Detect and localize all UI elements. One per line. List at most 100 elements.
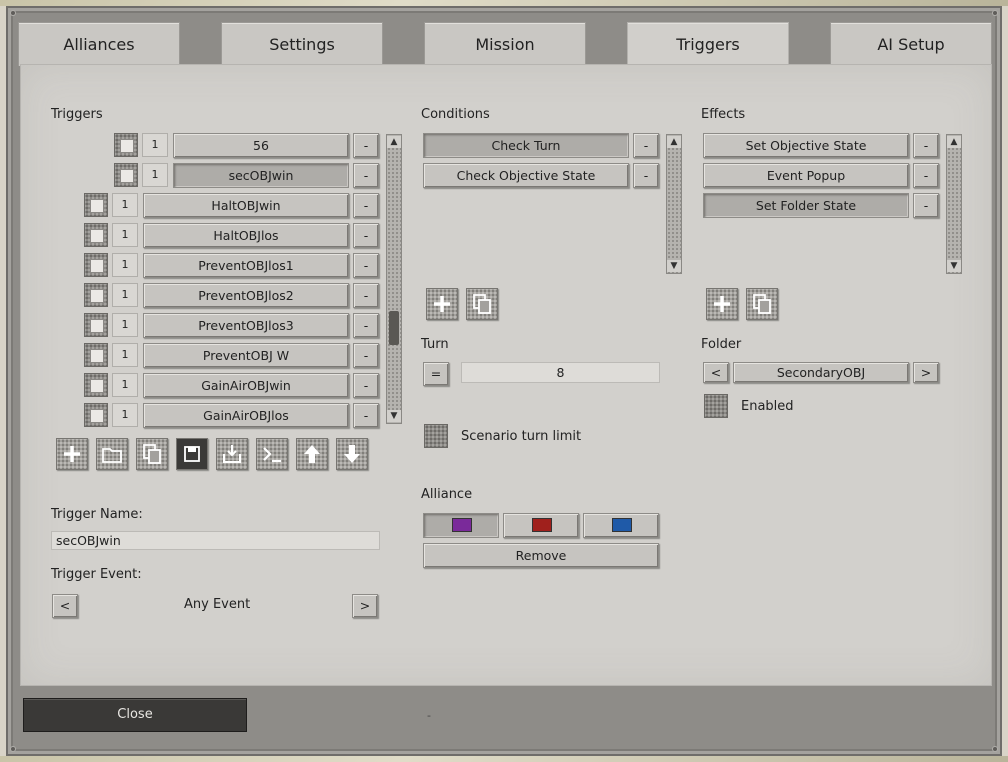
copy-effect-icon[interactable] bbox=[746, 288, 778, 320]
arrow-up-icon[interactable] bbox=[296, 438, 328, 470]
trigger-enabled-checkbox[interactable] bbox=[84, 193, 108, 217]
alliance-blue-button[interactable] bbox=[583, 513, 659, 538]
trigger-remove-button[interactable]: - bbox=[353, 253, 379, 278]
trigger-item[interactable]: PreventOBJlos1 bbox=[143, 253, 349, 278]
effect-item[interactable]: Set Folder State bbox=[703, 193, 909, 218]
alliance-color-swatch bbox=[532, 518, 552, 532]
trigger-count: 1 bbox=[112, 253, 138, 277]
tab-ai-setup[interactable]: AI Setup bbox=[830, 22, 992, 66]
alliance-color-swatch bbox=[612, 518, 632, 532]
close-button[interactable]: Close bbox=[23, 698, 247, 732]
turn-value-input[interactable]: 8 bbox=[461, 362, 660, 383]
console-icon[interactable] bbox=[256, 438, 288, 470]
trigger-remove-button[interactable]: - bbox=[353, 313, 379, 338]
effect-item[interactable]: Set Objective State bbox=[703, 133, 909, 158]
condition-remove-button[interactable]: - bbox=[633, 163, 659, 188]
effect-item[interactable]: Event Popup bbox=[703, 163, 909, 188]
conditions-scrollbar[interactable]: ▲ ▼ bbox=[666, 134, 682, 274]
tab-triggers[interactable]: Triggers bbox=[627, 22, 789, 68]
conditions-header: Conditions bbox=[421, 107, 490, 122]
trigger-item[interactable]: GainAirOBJlos bbox=[143, 403, 349, 428]
alliance-remove-button[interactable]: Remove bbox=[423, 543, 659, 568]
folder-prev-button[interactable]: < bbox=[703, 362, 729, 383]
trigger-remove-button[interactable]: - bbox=[353, 373, 379, 398]
trigger-enabled-checkbox[interactable] bbox=[84, 313, 108, 337]
trigger-enabled-checkbox[interactable] bbox=[84, 223, 108, 247]
trigger-item[interactable]: 56 bbox=[173, 133, 349, 158]
trigger-remove-button[interactable]: - bbox=[353, 163, 379, 188]
trigger-item[interactable]: GainAirOBJwin bbox=[143, 373, 349, 398]
rivet bbox=[11, 11, 15, 15]
footer-mark: - bbox=[427, 709, 431, 722]
trigger-enabled-checkbox[interactable] bbox=[84, 253, 108, 277]
trigger-enabled-checkbox[interactable] bbox=[84, 373, 108, 397]
trigger-enabled-checkbox[interactable] bbox=[114, 163, 138, 187]
trigger-remove-button[interactable]: - bbox=[353, 223, 379, 248]
effect-remove-button[interactable]: - bbox=[913, 133, 939, 158]
trigger-item[interactable]: secOBJwin bbox=[173, 163, 349, 188]
rivet bbox=[993, 747, 997, 751]
trigger-enabled-checkbox[interactable] bbox=[114, 133, 138, 157]
tab-alliances[interactable]: Alliances bbox=[18, 22, 180, 66]
enabled-checkbox[interactable] bbox=[704, 394, 728, 418]
trigger-count: 1 bbox=[112, 283, 138, 307]
trigger-remove-button[interactable]: - bbox=[353, 133, 379, 158]
import-icon[interactable] bbox=[216, 438, 248, 470]
condition-item[interactable]: Check Objective State bbox=[423, 163, 629, 188]
trigger-event-prev-button[interactable]: < bbox=[52, 594, 78, 618]
effects-header: Effects bbox=[701, 107, 746, 122]
trigger-count: 1 bbox=[112, 343, 138, 367]
condition-remove-button[interactable]: - bbox=[633, 133, 659, 158]
add-effect-icon[interactable] bbox=[706, 288, 738, 320]
condition-item[interactable]: Check Turn bbox=[423, 133, 629, 158]
trigger-list-scrollbar[interactable]: ▲ ▼ bbox=[386, 134, 402, 424]
copy-condition-icon[interactable] bbox=[466, 288, 498, 320]
trigger-item[interactable]: PreventOBJlos3 bbox=[143, 313, 349, 338]
enabled-label: Enabled bbox=[741, 399, 794, 414]
effect-remove-button[interactable]: - bbox=[913, 163, 939, 188]
trigger-item[interactable]: HaltOBJwin bbox=[143, 193, 349, 218]
scenario-turn-limit-checkbox[interactable] bbox=[424, 424, 448, 448]
scroll-down-arrow[interactable]: ▼ bbox=[387, 410, 401, 422]
trigger-remove-button[interactable]: - bbox=[353, 283, 379, 308]
trigger-event-label: Trigger Event: bbox=[51, 567, 142, 582]
alliance-red-button[interactable] bbox=[503, 513, 579, 538]
trigger-name-input[interactable]: secOBJwin bbox=[51, 531, 380, 550]
trigger-item[interactable]: PreventOBJlos2 bbox=[143, 283, 349, 308]
folder-value[interactable]: SecondaryOBJ bbox=[733, 362, 909, 383]
effects-scrollbar[interactable]: ▲ ▼ bbox=[946, 134, 962, 274]
add-condition-icon[interactable] bbox=[426, 288, 458, 320]
scroll-up-arrow[interactable]: ▲ bbox=[667, 136, 681, 148]
scroll-up-arrow[interactable]: ▲ bbox=[947, 136, 961, 148]
trigger-count: 1 bbox=[112, 223, 138, 247]
trigger-item[interactable]: HaltOBJlos bbox=[143, 223, 349, 248]
trigger-enabled-checkbox[interactable] bbox=[84, 403, 108, 427]
save-icon[interactable] bbox=[176, 438, 208, 470]
folder-icon[interactable] bbox=[96, 438, 128, 470]
effect-remove-button[interactable]: - bbox=[913, 193, 939, 218]
trigger-item[interactable]: PreventOBJ W bbox=[143, 343, 349, 368]
scroll-down-arrow[interactable]: ▼ bbox=[667, 260, 681, 272]
scroll-thumb[interactable] bbox=[389, 311, 399, 345]
add-icon[interactable] bbox=[56, 438, 88, 470]
trigger-enabled-checkbox[interactable] bbox=[84, 283, 108, 307]
trigger-remove-button[interactable]: - bbox=[353, 343, 379, 368]
trigger-count: 1 bbox=[112, 373, 138, 397]
trigger-name-label: Trigger Name: bbox=[51, 507, 143, 522]
folder-next-button[interactable]: > bbox=[913, 362, 939, 383]
copy-icon[interactable] bbox=[136, 438, 168, 470]
scenario-turn-limit-label: Scenario turn limit bbox=[461, 429, 582, 444]
trigger-remove-button[interactable]: - bbox=[353, 403, 379, 428]
scroll-down-arrow[interactable]: ▼ bbox=[947, 260, 961, 272]
trigger-count: 1 bbox=[112, 403, 138, 427]
trigger-event-next-button[interactable]: > bbox=[352, 594, 378, 618]
scroll-up-arrow[interactable]: ▲ bbox=[387, 136, 401, 148]
rivet bbox=[11, 747, 15, 751]
trigger-remove-button[interactable]: - bbox=[353, 193, 379, 218]
trigger-enabled-checkbox[interactable] bbox=[84, 343, 108, 367]
tab-settings[interactable]: Settings bbox=[221, 22, 383, 66]
arrow-down-icon[interactable] bbox=[336, 438, 368, 470]
alliance-purple-button[interactable] bbox=[423, 513, 499, 538]
tab-mission[interactable]: Mission bbox=[424, 22, 586, 66]
turn-operator-button[interactable]: = bbox=[423, 362, 449, 386]
